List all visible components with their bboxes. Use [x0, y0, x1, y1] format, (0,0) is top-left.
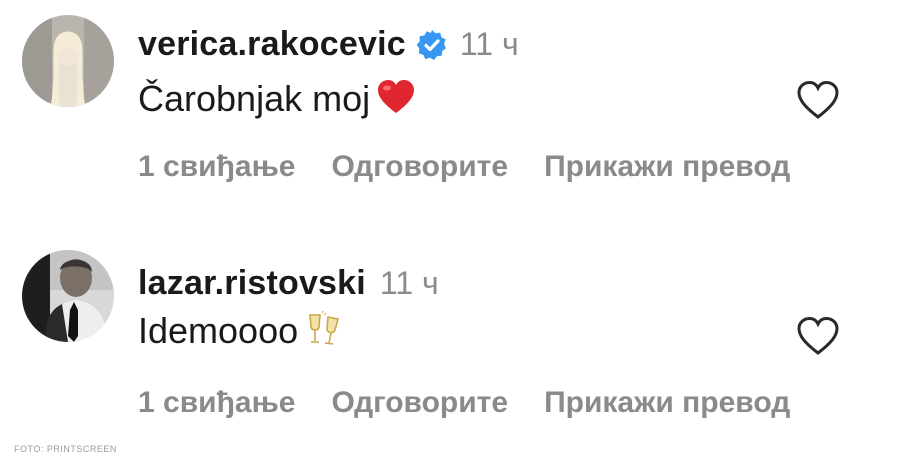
timestamp: 11 ч: [459, 26, 519, 62]
likes-count[interactable]: 1 свиђање: [138, 386, 295, 420]
username[interactable]: lazar.ristovski: [138, 264, 366, 303]
comment-text: Idemoooo: [138, 310, 299, 351]
likes-count[interactable]: 1 свиђање: [138, 150, 295, 184]
reply-button[interactable]: Одговорите: [331, 386, 508, 420]
avatar[interactable]: [22, 15, 114, 107]
red-heart-icon: [376, 79, 416, 120]
like-heart-icon[interactable]: [796, 316, 840, 356]
like-heart-icon[interactable]: [796, 80, 840, 120]
username[interactable]: verica.rakocevic: [138, 25, 406, 64]
comment-text: Čarobnjak moj: [138, 78, 371, 119]
timestamp: 11 ч: [379, 265, 439, 301]
show-translation-button[interactable]: Прикажи превод: [544, 150, 790, 184]
photo-credit: FOTO: PRINTSCREEN: [14, 444, 117, 454]
clinking-glasses-icon: [304, 310, 344, 352]
show-translation-button[interactable]: Прикажи превод: [544, 386, 790, 420]
verified-badge-icon: [416, 29, 448, 61]
reply-button[interactable]: Одговорите: [331, 150, 508, 184]
avatar[interactable]: [22, 250, 114, 342]
